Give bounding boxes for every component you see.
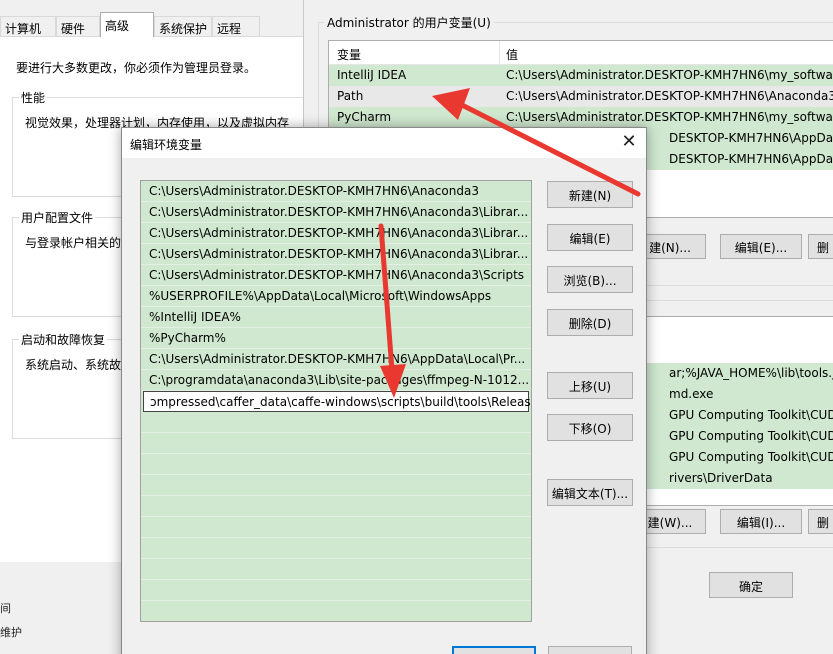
row-value: DESKTOP-KMH7HN6\AppData\Lo (669, 131, 833, 145)
list-item[interactable]: C:\Users\Administrator.DESKTOP-KMH7HN6\A… (141, 244, 531, 265)
list-item[interactable]: C:\Users\Administrator.DESKTOP-KMH7HN6\A… (141, 349, 531, 370)
user-variables-title: Administrator 的用户变量(U) (324, 14, 494, 31)
dialog-title: 编辑环境变量 (130, 138, 203, 152)
list-item[interactable] (141, 433, 531, 454)
move-up-button[interactable]: 上移(U) (547, 372, 633, 399)
row-variable: Path (337, 89, 364, 103)
list-item[interactable]: C:\Users\Administrator.DESKTOP-KMH7HN6\A… (141, 202, 531, 223)
dialog-titlebar[interactable]: 编辑环境变量 ✕ (122, 128, 646, 158)
tab-strip: 计算机名 硬件 高级 系统保护 远程 (0, 12, 304, 53)
list-item-text: C:\Users\Administrator.DESKTOP-KMH7HN6\A… (149, 184, 479, 198)
path-entries-list[interactable]: C:\Users\Administrator.DESKTOP-KMH7HN6\A… (140, 180, 532, 622)
list-item[interactable] (141, 496, 531, 517)
bottom-line-2[interactable]: 维护 (0, 624, 22, 640)
tab-system-protection[interactable]: 系统保护 (154, 16, 212, 37)
admin-note: 要进行大多数更改，你必须作为管理员登录。 (16, 61, 257, 75)
row-value: C:\Users\Administrator.DESKTOP-KMH7HN6\A… (506, 89, 833, 103)
list-item-text: %IntelliJ IDEA% (149, 310, 241, 324)
startup-recovery-title: 启动和故障恢复 (19, 331, 108, 348)
list-item[interactable] (141, 517, 531, 538)
row-value: C:\Users\Administrator.DESKTOP-KMH7HN6\m… (506, 110, 833, 124)
list-item[interactable] (141, 454, 531, 475)
row-value: GPU Computing Toolkit\CUDA\ (669, 408, 833, 422)
list-item[interactable]: %IntelliJ IDEA% (141, 307, 531, 328)
row-value: GPU Computing Toolkit\CUDA\ (669, 429, 833, 443)
inline-edit-text[interactable]: ɔmpressed\caffer_data\caffe-windows\scri… (150, 395, 531, 409)
system-edit-button[interactable]: 编辑(I)... (720, 509, 802, 534)
system-delete-button[interactable]: 删 (808, 509, 833, 534)
col-divider (499, 41, 500, 65)
list-item[interactable] (141, 559, 531, 580)
row-variable: PyCharm (337, 110, 392, 124)
tab-computer-name[interactable]: 计算机名 (0, 16, 56, 53)
inline-edit-field[interactable]: ɔmpressed\caffer_data\caffe-windows\scri… (143, 391, 531, 412)
performance-title: 性能 (19, 89, 48, 106)
edit-button[interactable]: 编辑(E) (547, 224, 633, 251)
delete-button[interactable]: 删除(D) (547, 309, 633, 336)
edit-env-var-dialog: 编辑环境变量 ✕ C:\Users\Administrator.DESKTOP-… (121, 127, 647, 654)
row-value: GPU Computing Toolkit\CUDA\ (669, 450, 833, 464)
list-item-text: C:\programdata\anaconda3\Lib\site-packag… (149, 373, 530, 387)
tab-hardware[interactable]: 硬件 (56, 16, 100, 37)
row-value: rivers\DriverData (669, 471, 773, 485)
list-item-text: C:\Users\Administrator.DESKTOP-KMH7HN6\A… (149, 247, 529, 261)
user-profiles-title: 用户配置文件 (19, 209, 96, 226)
edit-text-button[interactable]: 编辑文本(T)... (547, 479, 633, 506)
list-item[interactable] (141, 412, 531, 433)
list-item-text: C:\Users\Administrator.DESKTOP-KMH7HN6\A… (149, 205, 529, 219)
list-item-text: %PyCharm% (149, 331, 226, 345)
dialog-cancel-button[interactable]: 取消 (548, 646, 632, 654)
row-value: DESKTOP-KMH7HN6\AppData\Lo (669, 152, 833, 166)
list-item-text: C:\Users\Administrator.DESKTOP-KMH7HN6\A… (149, 268, 525, 282)
list-item-text: C:\Users\Administrator.DESKTOP-KMH7HN6\A… (149, 226, 529, 240)
new-button[interactable]: 新建(N) (547, 181, 633, 208)
move-down-button[interactable]: 下移(O) (547, 414, 633, 441)
tab-remote[interactable]: 远程 (212, 16, 260, 37)
list-item[interactable] (141, 538, 531, 559)
col-variable[interactable]: 变量 (337, 46, 361, 63)
list-item-text: %USERPROFILE%\AppData\Local\Microsoft\Wi… (149, 289, 492, 303)
browse-button[interactable]: 浏览(B)... (547, 266, 633, 293)
table-row[interactable]: PyCharm C:\Users\Administrator.DESKTOP-K… (329, 107, 833, 128)
table-row[interactable]: Path C:\Users\Administrator.DESKTOP-KMH7… (329, 86, 833, 107)
dialog-ok-button[interactable]: 确定 (452, 646, 536, 654)
table-row[interactable]: IntelliJ IDEA C:\Users\Administrator.DES… (329, 65, 833, 86)
envvars-ok-button[interactable]: 确定 (709, 572, 793, 598)
row-value: md.exe (669, 387, 714, 401)
list-item[interactable]: C:\Users\Administrator.DESKTOP-KMH7HN6\A… (141, 265, 531, 286)
list-item[interactable] (141, 580, 531, 601)
bottom-line-1[interactable]: 间 (0, 600, 22, 616)
list-item[interactable]: C:\Users\Administrator.DESKTOP-KMH7HN6\A… (141, 223, 531, 244)
sysprops-bottom-links: 间 维护 (0, 600, 22, 640)
startup-recovery-text: 系统启动、系统故 (25, 358, 122, 372)
user-delete-button[interactable]: 删 (808, 234, 833, 259)
list-item[interactable] (141, 475, 531, 496)
list-item[interactable]: %PyCharm% (141, 328, 531, 349)
list-item[interactable]: C:\programdata\anaconda3\Lib\site-packag… (141, 370, 531, 391)
list-item[interactable]: C:\Users\Administrator.DESKTOP-KMH7HN6\A… (141, 181, 531, 202)
row-value: ar;%JAVA_HOME%\lib\tools.jar; (669, 366, 833, 380)
table-header: 变量 值 (329, 41, 833, 65)
close-icon[interactable]: ✕ (618, 131, 640, 153)
list-item[interactable]: %USERPROFILE%\AppData\Local\Microsoft\Wi… (141, 286, 531, 307)
row-variable: IntelliJ IDEA (337, 68, 407, 82)
row-value: C:\Users\Administrator.DESKTOP-KMH7HN6\m… (506, 68, 833, 82)
tab-advanced[interactable]: 高级 (100, 12, 154, 37)
list-item-text: C:\Users\Administrator.DESKTOP-KMH7HN6\A… (149, 352, 526, 366)
user-edit-button[interactable]: 编辑(E)... (720, 234, 802, 259)
user-profiles-text: 与登录帐户相关的 (25, 236, 122, 250)
col-value[interactable]: 值 (506, 46, 518, 63)
